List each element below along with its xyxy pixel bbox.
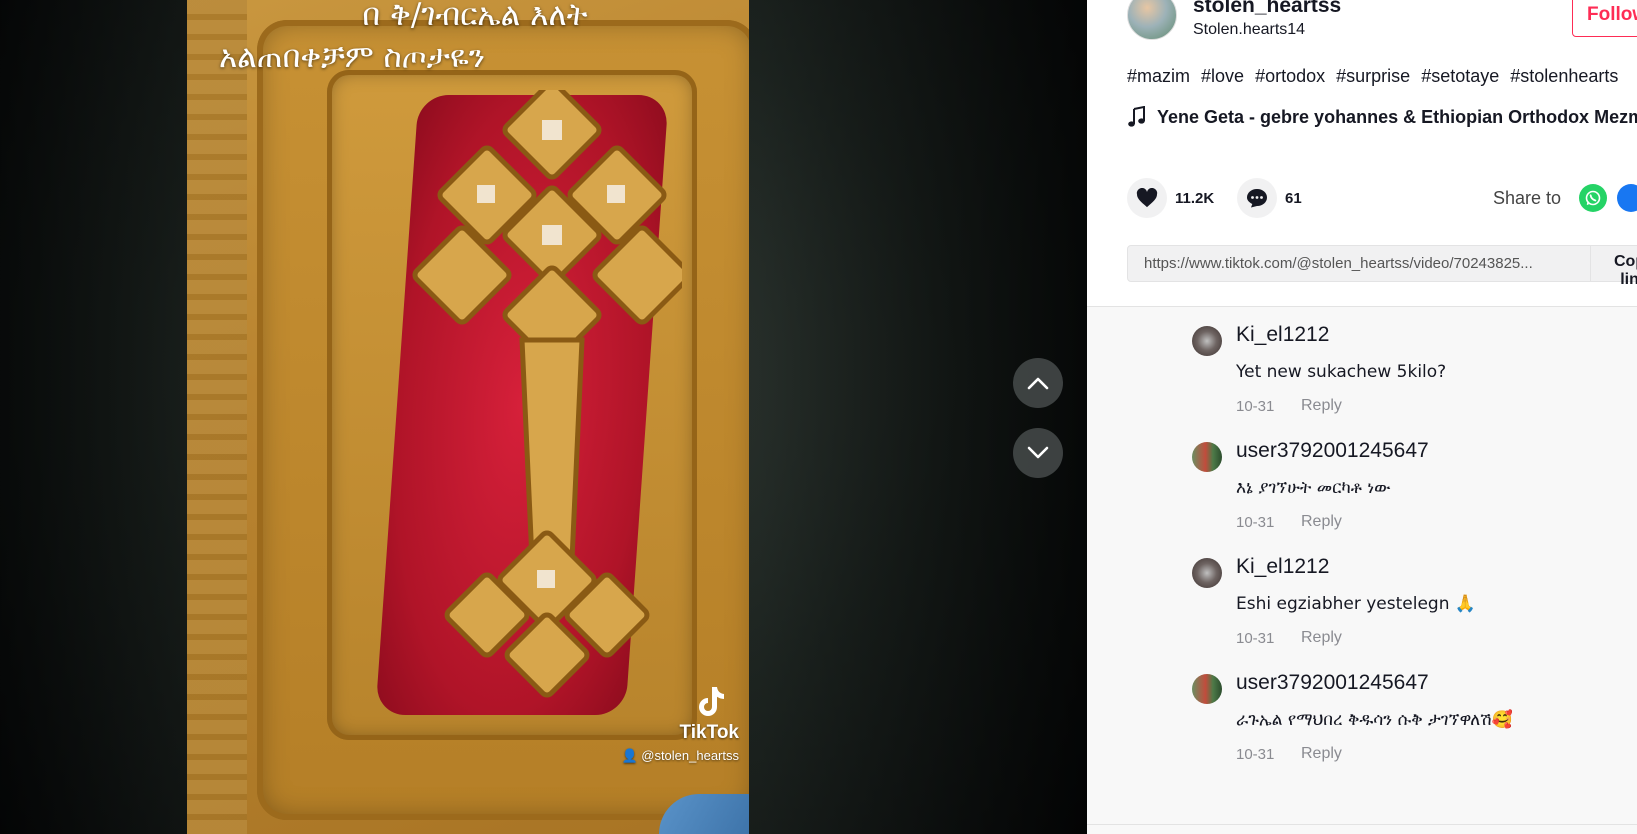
heart-icon [1136, 188, 1158, 208]
caption-line-1: በ ቅ/ገብርኤል እለት [362, 0, 588, 33]
comment-action[interactable]: 61 [1237, 178, 1302, 218]
video-info-section: stolen_heartss Stolen.hearts14 Follow #m… [1087, 0, 1637, 306]
commenter-username[interactable]: user3792001245647 [1236, 671, 1429, 695]
video-player[interactable]: በ ቅ/ገብርኤል እለት አልጠበቀቻም ስጦታዬን TikTok 👤 @st… [187, 0, 749, 834]
commenter-username[interactable]: Ki_el1212 [1236, 323, 1329, 347]
whatsapp-glyph-icon [1585, 190, 1601, 206]
comment-text: እኔ ያገኘሁት መርካቶ ነው [1236, 478, 1391, 498]
comment-button[interactable] [1237, 178, 1277, 218]
author-avatar[interactable] [1127, 0, 1177, 40]
commenter-username[interactable]: user3792001245647 [1236, 439, 1429, 463]
tiktok-logo-icon [699, 687, 724, 716]
reply-button[interactable]: Reply [1301, 629, 1342, 647]
hashtag-link[interactable]: #setotaye [1421, 66, 1499, 86]
commenter-avatar[interactable] [1192, 326, 1222, 356]
facebook-icon[interactable] [1617, 184, 1637, 212]
comment-text: Yet new sukachew 5kilo? [1236, 362, 1447, 382]
hashtag-list: #mazim #love #ortodox #surprise #setotay… [1127, 66, 1624, 87]
hashtag-link[interactable]: #ortodox [1255, 66, 1325, 86]
hashtag-link[interactable]: #mazim [1127, 66, 1190, 86]
like-count: 11.2K [1175, 189, 1215, 207]
watermark-brand: TikTok [679, 722, 739, 743]
share-label: Share to [1493, 188, 1562, 208]
tiktok-watermark: TikTok 👤 @stolen_heartss [609, 685, 739, 764]
reply-button[interactable]: Reply [1301, 513, 1342, 531]
comment-list: Ki_el1212 Yet new sukachew 5kilo? 10-31 … [1087, 307, 1637, 824]
commenter-avatar[interactable] [1192, 442, 1222, 472]
url-divider [1590, 246, 1591, 281]
comment-text: ራጉኤል የማህበረ ቅዱሳን ሱቅ ታገኘዋለሽ🥰 [1236, 710, 1513, 730]
next-video-button[interactable] [1013, 428, 1063, 478]
author-username[interactable]: stolen_heartss [1193, 0, 1341, 18]
commenter-avatar[interactable] [1192, 674, 1222, 704]
video-url[interactable]: https://www.tiktok.com/@stolen_heartss/v… [1144, 255, 1533, 272]
copy-link-button[interactable]: Copy link [1602, 253, 1637, 289]
comment-date: 10-31 [1236, 746, 1275, 763]
like-button[interactable] [1127, 178, 1167, 218]
commenter-username[interactable]: Ki_el1212 [1236, 555, 1329, 579]
video-link-box: https://www.tiktok.com/@stolen_heartss/v… [1127, 245, 1637, 288]
hashtag-link[interactable]: #surprise [1336, 66, 1410, 86]
hashtag-link[interactable]: #love [1201, 66, 1244, 86]
previous-video-button[interactable] [1013, 358, 1063, 408]
comment-bubble-icon [1247, 189, 1267, 208]
commenter-avatar[interactable] [1192, 558, 1222, 588]
video-stage: በ ቅ/ገብርኤል እለት አልጠበቀቻም ስጦታዬን TikTok 👤 @st… [0, 0, 1087, 834]
comment-count: 61 [1285, 189, 1302, 207]
whatsapp-icon[interactable] [1579, 184, 1607, 212]
chevron-down-icon [1027, 446, 1049, 459]
follow-button[interactable]: Follow [1572, 0, 1637, 37]
comment-date: 10-31 [1236, 514, 1275, 531]
music-title: Yene Geta - gebre yohannes & Ethiopian O… [1157, 106, 1637, 127]
comment-text: Eshi egziabher yestelegn 🙏 [1236, 594, 1477, 614]
chevron-up-icon [1027, 377, 1049, 390]
video-caption-overlay: በ ቅ/ገብርኤል እለት አልጠበቀቻም ስጦታዬን [215, 0, 735, 78]
watermark-handle: 👤 @stolen_heartss [621, 748, 739, 763]
hashtag-link[interactable]: #stolenhearts [1510, 66, 1618, 86]
reply-button[interactable]: Reply [1301, 745, 1342, 763]
author-nickname: Stolen.hearts14 [1193, 21, 1306, 38]
caption-line-2: አልጠበቀቻም ስጦታዬን [219, 39, 486, 75]
carving-texture [187, 0, 247, 834]
like-action[interactable]: 11.2K [1127, 178, 1214, 218]
music-note-icon [1128, 106, 1145, 127]
comment-date: 10-31 [1236, 630, 1275, 647]
ethiopian-cross-carving [412, 90, 682, 698]
comment-date: 10-31 [1236, 398, 1275, 415]
details-panel: stolen_heartss Stolen.hearts14 Follow #m… [1087, 0, 1637, 834]
music-link[interactable]: Yene Geta - gebre yohannes & Ethiopian O… [1127, 106, 1637, 128]
reply-button[interactable]: Reply [1301, 397, 1342, 415]
comment-input-edge [1087, 824, 1637, 834]
